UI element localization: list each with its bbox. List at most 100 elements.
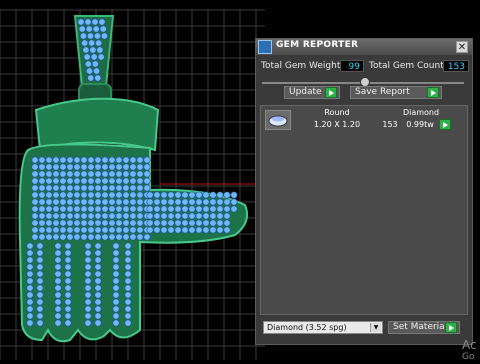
gem-dot [112,319,120,327]
gem-dot [94,270,102,278]
material-select[interactable]: Diamond (3.52 spg) ▼ [263,321,383,334]
gem-dot [31,212,39,220]
gem-dot [87,184,95,192]
gem-dot [54,277,62,285]
gem-dot [26,291,34,299]
gem-dot [94,198,102,206]
gem-dot [112,249,120,257]
gem-dot [160,198,168,206]
gem-dot [94,191,102,199]
chevron-down-icon[interactable]: ▼ [370,323,381,332]
gem-dot [146,212,154,220]
gem-dot [54,284,62,292]
gem-dot [94,305,102,313]
gem-dot [94,312,102,320]
gem-dot [108,170,116,178]
gem-dot [84,263,92,271]
gem-dot [59,233,67,241]
save-report-button[interactable]: Save Report [350,86,442,99]
total-gem-count-label: Total Gem Count [369,61,444,71]
gem-dot [124,263,132,271]
gem-dot [84,319,92,327]
gem-dot [31,219,39,227]
update-button[interactable]: Update [284,86,340,99]
gem-dot [146,198,154,206]
gem-dot [66,177,74,185]
gem-dot [64,291,72,299]
gem-dot [101,177,109,185]
gem-dot [124,249,132,257]
gem-dot [136,205,144,213]
close-button[interactable]: ✕ [456,41,468,53]
gem-dot [89,46,97,54]
gem-dot [216,205,224,213]
gem-table: Round Diamond 1.20 X 1.20 153 0.99tw [260,105,468,315]
gem-dot [77,18,85,26]
gem-dot [101,156,109,164]
gem-dot [52,170,60,178]
panel-titlebar[interactable]: GEM REPORTER ✕ [256,39,472,55]
gem-dot [122,191,130,199]
gem-dot [202,219,210,227]
panel-title: GEM REPORTER [276,40,359,50]
gem-dot [26,270,34,278]
gem-dot [124,284,132,292]
gem-dot [94,219,102,227]
hand-cuff [34,97,160,152]
gem-dot [38,184,46,192]
total-gem-weight-value: 99 [340,60,364,72]
gem-dot [80,226,88,234]
gem-dot [115,212,123,220]
gem-dot [84,242,92,250]
round-gem-icon [268,115,288,127]
gem-dot [101,191,109,199]
gem-dot [64,270,72,278]
gem-dot [181,226,189,234]
gem-dot [122,184,130,192]
gem-thumbnail[interactable] [265,110,291,130]
gem-dot [73,212,81,220]
gem-dot [174,205,182,213]
gem-dot [143,233,151,241]
set-material-button[interactable]: Set Material [388,321,460,334]
gem-dot [64,319,72,327]
gem-dot [153,212,161,220]
gem-dot [122,233,130,241]
gem-dot [59,184,67,192]
gem-dot [84,18,92,26]
gem-dot [78,25,86,33]
gem-dot [80,170,88,178]
gem-dot [202,198,210,206]
gem-dot [45,163,53,171]
gem-dot [79,32,87,40]
gem-dot [181,212,189,220]
gem-dot [36,270,44,278]
gem-dot [87,191,95,199]
gem-dot [100,32,108,40]
gem-dot [129,191,137,199]
gem-dot [80,205,88,213]
gem-dot [92,25,100,33]
gem-dot [94,319,102,327]
gem-dot [146,191,154,199]
gem-dot [136,170,144,178]
gem-dot [115,233,123,241]
gem-dot [146,205,154,213]
gem-dot [66,184,74,192]
gem-dot [174,219,182,227]
gem-dot [45,177,53,185]
gem-dot [188,198,196,206]
play-arrow-icon [427,87,439,98]
gem-dot [66,205,74,213]
gem-dot [101,226,109,234]
gem-dot [83,53,91,61]
play-arrow-icon[interactable] [439,119,451,130]
gem-dot [54,305,62,313]
gem-dot [216,191,224,199]
gem-dot [195,219,203,227]
app-icon [258,40,272,54]
gem-dot [94,177,102,185]
gem-dot [26,298,34,306]
gem-dot [31,233,39,241]
gem-dot [115,156,123,164]
